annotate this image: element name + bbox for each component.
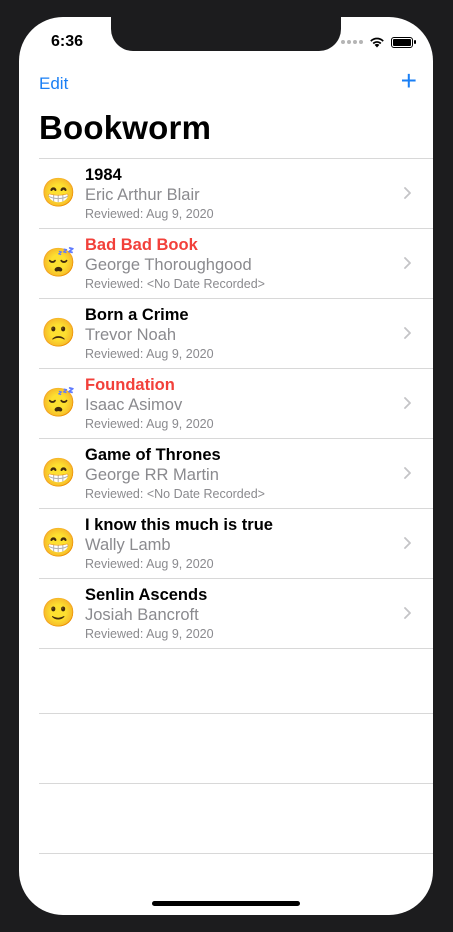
notch [111,17,341,51]
book-title: Senlin Ascends [85,586,208,604]
chevron-right-icon [404,257,411,269]
chevron-right-icon [404,467,411,479]
add-book-button[interactable]: + [401,67,417,95]
grinning-face-icon: 😁 [41,527,76,558]
review-date: Reviewed: Aug 9, 2020 [85,627,214,641]
empty-row-separator [39,784,433,854]
book-title: Bad Bad Book [85,236,198,254]
book-row[interactable]: 🙁 Born a Crime Trevor Noah Reviewed: Aug 9,… [39,299,433,369]
sleeping-face-icon: 😴 [41,387,76,418]
book-list: 😁 1984 Eric Arthur Blair Reviewed: Aug 9, 2… [39,158,433,649]
chevron-right-icon [404,537,411,549]
device-frame: 6:36 Edit + Bookworm 😁 1984 Eric Arthur Bl… [0,0,453,932]
book-info: Foundation Isaac Asimov Reviewed: Aug 9, 2… [85,375,214,433]
book-info: 1984 Eric Arthur Blair Reviewed: Aug 9, 20… [85,165,214,223]
frowning-face-icon: 🙁 [41,317,76,348]
chevron-right-icon [404,397,411,409]
slightly-smiling-face-icon: 🙂 [41,597,76,628]
book-row[interactable]: 🙂 Senlin Ascends Josiah Bancroft Reviewed: … [39,579,433,649]
review-date: Reviewed: <No Date Recorded> [85,277,265,291]
wifi-icon [370,37,384,48]
edit-button[interactable]: Edit [39,74,68,94]
empty-row-separator [39,714,433,784]
book-title: Born a Crime [85,306,189,324]
status-indicators [341,36,416,48]
chevron-right-icon [404,607,411,619]
review-date: Reviewed: Aug 9, 2020 [85,417,214,431]
book-info: Senlin Ascends Josiah Bancroft Reviewed: A… [85,585,214,643]
book-title: Foundation [85,376,175,394]
book-row[interactable]: 😴 Foundation Isaac Asimov Reviewed: Aug 9, … [39,369,433,439]
book-row[interactable]: 😁 Game of Thrones George RR Martin Reviewed… [39,439,433,509]
book-info: I know this much is true Wally Lamb Review… [85,515,273,573]
book-author: George RR Martin [85,466,219,484]
chevron-right-icon [404,187,411,199]
book-title: Game of Thrones [85,446,221,464]
book-author: Josiah Bancroft [85,606,199,624]
book-info: Bad Bad Book George Thoroughgood Reviewed:… [85,235,265,293]
review-date: Reviewed: Aug 9, 2020 [85,557,214,571]
review-date: Reviewed: Aug 9, 2020 [85,347,214,361]
grinning-face-icon: 😁 [41,177,76,208]
book-row[interactable]: 😴 Bad Bad Book George Thoroughgood Reviewed… [39,229,433,299]
cellular-signal-icon [341,40,363,44]
page-title: Bookworm [39,109,212,146]
book-author: George Thoroughgood [85,256,252,274]
book-author: Isaac Asimov [85,396,183,414]
book-author: Wally Lamb [85,536,171,554]
book-info: Game of Thrones George RR Martin Reviewed:… [85,445,265,503]
review-date: Reviewed: Aug 9, 2020 [85,207,214,221]
review-date: Reviewed: <No Date Recorded> [85,487,265,501]
empty-row-separator [39,644,433,714]
chevron-right-icon [404,327,411,339]
app-screen: 6:36 Edit + Bookworm 😁 1984 Eric Arthur Bl… [19,17,433,915]
battery-icon [391,36,416,48]
book-author: Eric Arthur Blair [85,186,200,204]
book-title: 1984 [85,166,122,184]
book-info: Born a Crime Trevor Noah Reviewed: Aug 9, … [85,305,214,363]
sleeping-face-icon: 😴 [41,247,76,278]
grinning-face-icon: 😁 [41,457,76,488]
book-row[interactable]: 😁 1984 Eric Arthur Blair Reviewed: Aug 9, 2… [39,159,433,229]
book-title: I know this much is true [85,516,273,534]
book-row[interactable]: 😁 I know this much is true Wally Lamb Revie… [39,509,433,579]
home-indicator[interactable] [152,901,300,906]
book-author: Trevor Noah [85,326,177,344]
empty-list-area [39,644,433,854]
status-time: 6:36 [51,33,84,50]
